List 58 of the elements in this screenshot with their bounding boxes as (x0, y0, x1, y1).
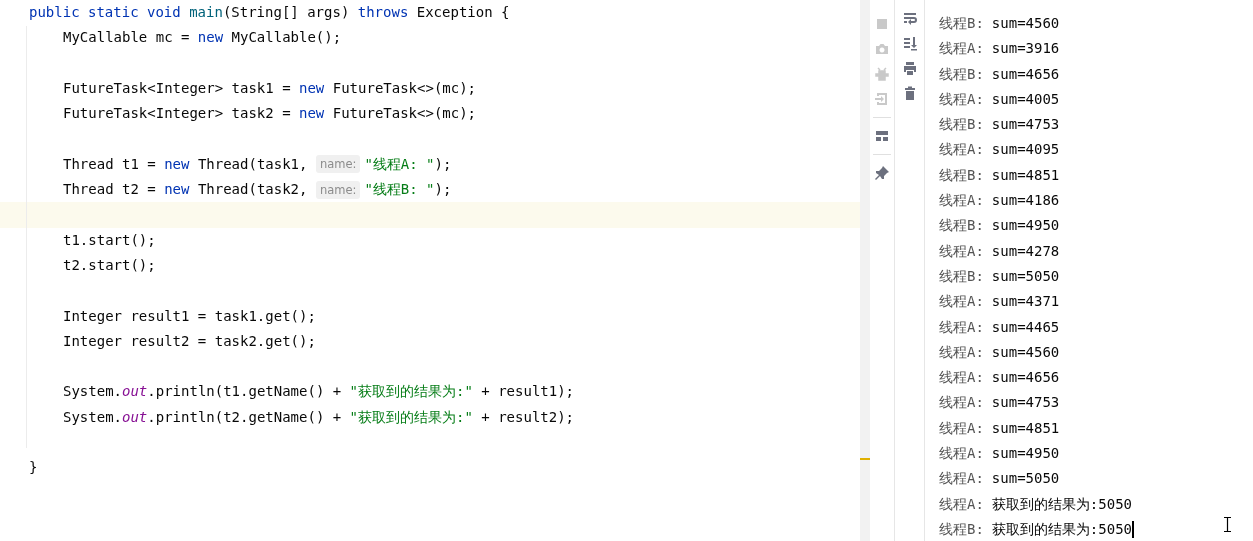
console-output: sum=4950 (991, 216, 1060, 236)
console-output: sum=4465 (991, 317, 1060, 337)
thread-label: 线程A: (939, 368, 984, 388)
console-output: sum=4851 (991, 165, 1060, 185)
console-output: sum=4005 (991, 89, 1060, 109)
thread-label: 线程A: (939, 292, 984, 312)
console-output: sum=4560 (991, 14, 1060, 33)
console-output: sum=4186 (991, 191, 1060, 211)
scroll-marker (860, 458, 870, 460)
thread-label: 线程A: (939, 39, 984, 59)
code-line: public static void main(String[] args) throws Exception { (29, 3, 510, 22)
console-output: sum=4753 (991, 393, 1060, 413)
console-output: sum=4095 (991, 140, 1060, 160)
thread-label: 线程A: (939, 89, 984, 109)
thread-label: 线程B: (939, 519, 984, 539)
code-line: FutureTask<Integer> task2 = new FutureTask<>(mc); (63, 104, 477, 124)
thread-label: 线程B: (939, 14, 984, 33)
console-output: sum=4950 (991, 444, 1060, 464)
console-output: 获取到的结果为:5050 (991, 519, 1132, 539)
thread-label: 线程A: (939, 393, 984, 413)
thread-label: 线程A: (939, 241, 984, 261)
code-line: System.out.println(t2.getName() + "获取到的结果为:" + result2); (63, 407, 575, 427)
thread-label: 线程B: (939, 64, 984, 84)
console-output: sum=5050 (991, 469, 1060, 489)
thread-label: 线程A: (939, 140, 984, 160)
code-line: System.out.println(t1.getName() + "获取到的结果为:" + result1); (63, 382, 575, 402)
thread-label: 线程A: (939, 469, 984, 489)
console-output: sum=4656 (991, 368, 1060, 388)
code-line: } (29, 458, 38, 478)
code-line: t2.start(); (63, 255, 156, 275)
console-output: sum=4753 (991, 115, 1060, 135)
thread-label: 线程B: (939, 216, 984, 236)
code-line: Integer result1 = task1.get(); (63, 306, 316, 326)
console-output: sum=4560 (991, 342, 1060, 362)
thread-label: 线程A: (939, 317, 984, 337)
code-line: t1.start(); (63, 230, 156, 250)
console-output: sum=4371 (991, 292, 1060, 312)
console-output: 获取到的结果为:5050 (991, 494, 1132, 514)
text-cursor-icon (1224, 517, 1231, 532)
thread-label: 线程A: (939, 494, 984, 514)
pin-icon[interactable] (873, 164, 891, 182)
console-output: sum=5050 (991, 266, 1060, 286)
thread-label: 线程B: (939, 165, 984, 185)
code-line: Thread t1 = new Thread(task1, name: "线程A: "); (63, 154, 452, 176)
thread-label: 线程B: (939, 266, 984, 286)
code-line: MyCallable mc = new MyCallable(); (63, 28, 342, 48)
thread-label: 线程B: (939, 115, 984, 135)
console-output: sum=3916 (991, 39, 1060, 59)
thread-label: 线程A: (939, 444, 984, 464)
console-output: sum=4656 (991, 64, 1060, 84)
thread-label: 线程A: (939, 342, 984, 362)
code-line: FutureTask<Integer> task1 = new FutureTask<>(mc); (63, 78, 477, 98)
console-output: sum=4278 (991, 241, 1060, 261)
thread-label: 线程A: (939, 191, 984, 211)
code-line: Integer result2 = task2.get(); (63, 331, 316, 351)
code-line: Thread t2 = new Thread(task2, name: "线程B: "); (63, 179, 452, 201)
console-output: sum=4851 (991, 418, 1060, 438)
thread-label: 线程A: (939, 418, 984, 438)
